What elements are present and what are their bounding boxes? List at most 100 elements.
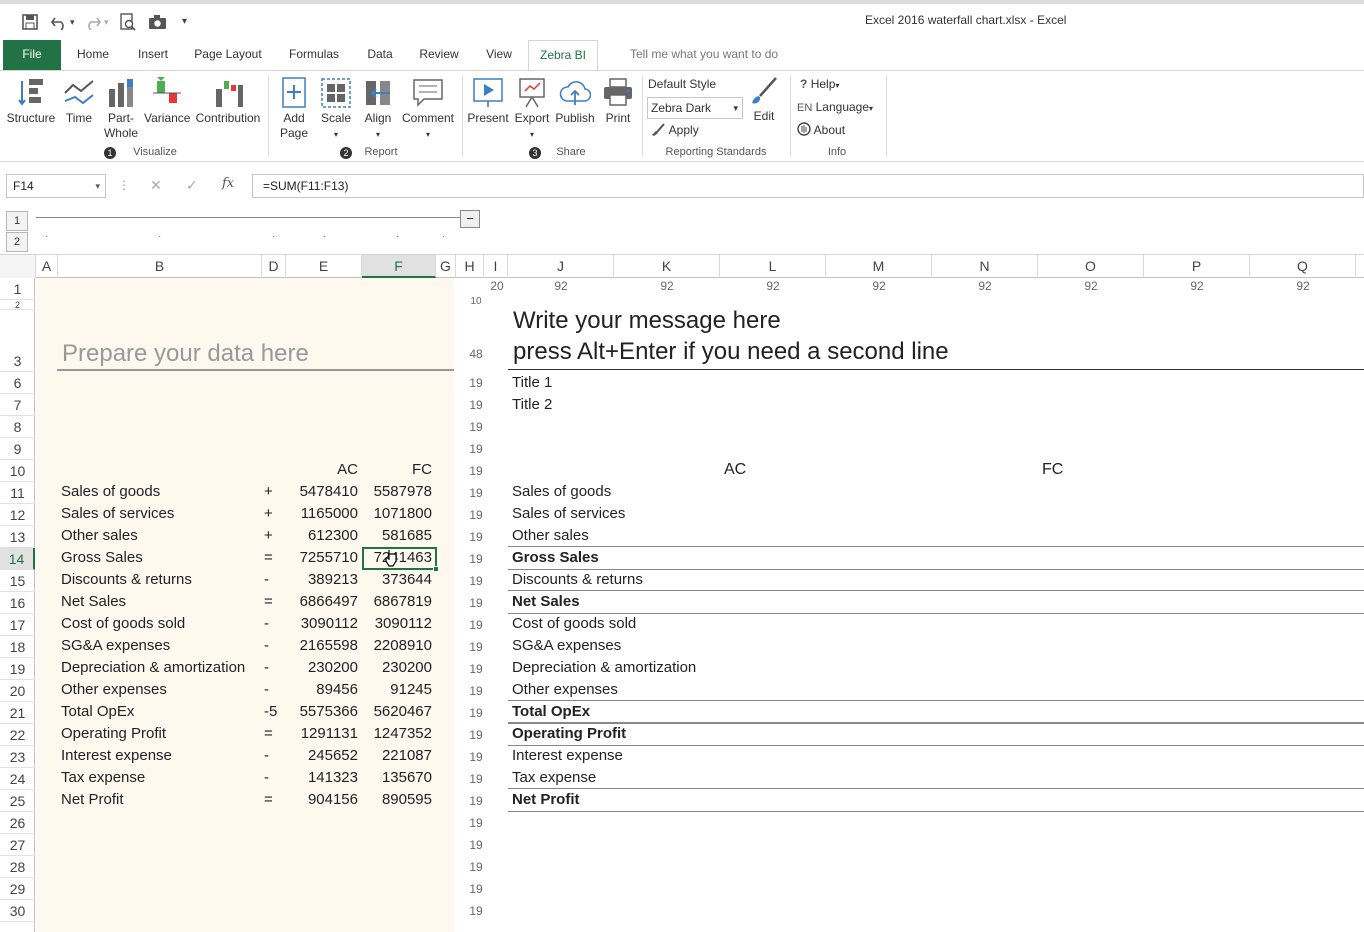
left-row-fc[interactable]: 221087 (362, 745, 432, 767)
right-row-label[interactable]: Tax expense (512, 767, 596, 789)
row-header-10[interactable]: 12 (0, 504, 35, 526)
left-row-operator[interactable]: - (264, 613, 282, 635)
column-header-g[interactable]: G (436, 255, 456, 278)
right-row-label[interactable]: Total OpEx (512, 701, 590, 723)
left-row-ac[interactable]: 7255710 (286, 547, 358, 569)
row-header-19[interactable]: 21 (0, 702, 35, 724)
tab-page-layout[interactable]: Page Layout (188, 40, 268, 70)
left-row-ac[interactable]: 245652 (286, 745, 358, 767)
column-header-d[interactable]: D (262, 255, 286, 278)
part-whole-button[interactable]: Part- Whole (100, 77, 142, 141)
tab-insert[interactable]: Insert (130, 40, 176, 70)
right-row-label[interactable]: Other sales (512, 525, 589, 547)
camera-icon[interactable] (148, 15, 168, 30)
column-header-h[interactable]: H (456, 255, 484, 278)
outline-level-2-button[interactable]: 2 (6, 232, 28, 252)
name-box[interactable]: F14 ▾ (6, 174, 106, 198)
column-header-l[interactable]: L (720, 255, 826, 278)
left-row-operator[interactable]: -5 (264, 701, 282, 723)
column-header-a[interactable]: A (36, 255, 58, 278)
row-header-28[interactable]: 30 (0, 900, 35, 922)
right-row-label[interactable]: Gross Sales (512, 547, 599, 569)
left-row-fc[interactable]: 91245 (362, 679, 432, 701)
left-row-fc[interactable]: 373644 (362, 569, 432, 591)
left-row-fc[interactable]: 5620467 (362, 701, 432, 723)
right-row-label[interactable]: Other expenses (512, 679, 618, 701)
outline-collapse-button[interactable]: − (460, 210, 480, 228)
undo-dropdown-icon[interactable]: ▾ (70, 12, 75, 32)
row-header-7[interactable]: 9 (0, 438, 35, 460)
left-row-operator[interactable]: + (264, 481, 282, 503)
left-row-operator[interactable]: + (264, 503, 282, 525)
left-row-fc[interactable]: 5587978 (362, 481, 432, 503)
left-row-ac[interactable]: 5575366 (286, 701, 358, 723)
row-header-13[interactable]: 15 (0, 570, 35, 592)
left-row-label[interactable]: Total OpEx (61, 701, 134, 723)
left-row-label[interactable]: Operating Profit (61, 723, 166, 745)
row-header-14[interactable]: 16 (0, 592, 35, 614)
column-header-i[interactable]: I (484, 255, 508, 278)
left-row-ac[interactable]: 2165598 (286, 635, 358, 657)
right-row-label[interactable]: Operating Profit (512, 723, 626, 745)
left-row-ac[interactable]: 230200 (286, 657, 358, 679)
print-button[interactable]: Print (600, 77, 636, 126)
right-row-label[interactable]: Interest expense (512, 745, 623, 767)
left-row-ac[interactable]: 612300 (286, 525, 358, 547)
tab-data[interactable]: Data (360, 40, 400, 70)
row-header-23[interactable]: 25 (0, 790, 35, 812)
enter-check-icon[interactable]: ✓ (186, 177, 198, 194)
left-row-label[interactable]: SG&A expenses (61, 635, 170, 657)
scale-button[interactable]: Scale ▾ (316, 77, 356, 142)
about-button[interactable]: About (797, 122, 845, 137)
row-header-26[interactable]: 28 (0, 856, 35, 878)
time-button[interactable]: Time (60, 77, 98, 126)
redo-dropdown-icon[interactable]: ▾ (104, 12, 109, 32)
left-row-ac[interactable]: 904156 (286, 789, 358, 811)
language-button[interactable]: EN Language▾ (797, 100, 873, 114)
column-header-e[interactable]: E (286, 255, 362, 278)
comment-button[interactable]: Comment ▾ (400, 77, 456, 142)
row-header-9[interactable]: 11 (0, 482, 35, 504)
tab-file[interactable]: File (3, 40, 61, 70)
right-row-label[interactable]: Discounts & returns (512, 569, 643, 591)
left-row-label[interactable]: Other sales (61, 525, 138, 547)
redo-icon[interactable] (84, 14, 102, 30)
left-row-label[interactable]: Net Sales (61, 591, 126, 613)
column-header-j[interactable]: J (508, 255, 614, 278)
left-header-ac[interactable]: AC (286, 459, 358, 481)
customize-qat-icon[interactable]: ▾ (182, 12, 187, 32)
left-row-operator[interactable]: - (264, 745, 282, 767)
insert-function-icon[interactable]: fx (222, 176, 234, 191)
column-header-m[interactable]: M (826, 255, 932, 278)
column-header-n[interactable]: N (932, 255, 1038, 278)
edit-button[interactable]: Edit (744, 75, 784, 124)
tab-view[interactable]: View (478, 40, 520, 70)
left-row-operator[interactable]: = (264, 723, 282, 745)
column-header-k[interactable]: K (614, 255, 720, 278)
left-row-operator[interactable]: - (264, 767, 282, 789)
row-header-24[interactable]: 26 (0, 812, 35, 834)
row-header-27[interactable]: 29 (0, 878, 35, 900)
fill-handle[interactable] (433, 566, 439, 572)
row-header-3[interactable]: 3 (0, 310, 35, 372)
help-button[interactable]: ? Help▾ (800, 77, 839, 91)
row-header-2[interactable]: 2 (0, 300, 35, 310)
left-row-fc[interactable]: 1071800 (362, 503, 432, 525)
tab-formulas[interactable]: Formulas (282, 40, 346, 70)
right-row-label[interactable]: Sales of goods (512, 481, 611, 503)
tab-review[interactable]: Review (412, 40, 466, 70)
left-row-label[interactable]: Other expenses (61, 679, 167, 701)
row-header-20[interactable]: 22 (0, 724, 35, 746)
style-select[interactable]: Zebra Dark ▾ (647, 97, 743, 119)
left-row-label[interactable]: Interest expense (61, 745, 172, 767)
outline-level-1-button[interactable]: 1 (6, 211, 28, 231)
row-header-17[interactable]: 19 (0, 658, 35, 680)
publish-button[interactable]: Publish (554, 77, 596, 126)
message-line-1[interactable]: Write your message here (513, 306, 781, 336)
left-row-fc[interactable]: 6867819 (362, 591, 432, 613)
left-row-operator[interactable]: = (264, 547, 282, 569)
left-row-label[interactable]: Net Profit (61, 789, 124, 811)
column-header-q[interactable]: Q (1250, 255, 1356, 278)
undo-icon[interactable] (50, 14, 68, 30)
tell-me-search[interactable]: Tell me what you want to do (630, 40, 790, 70)
